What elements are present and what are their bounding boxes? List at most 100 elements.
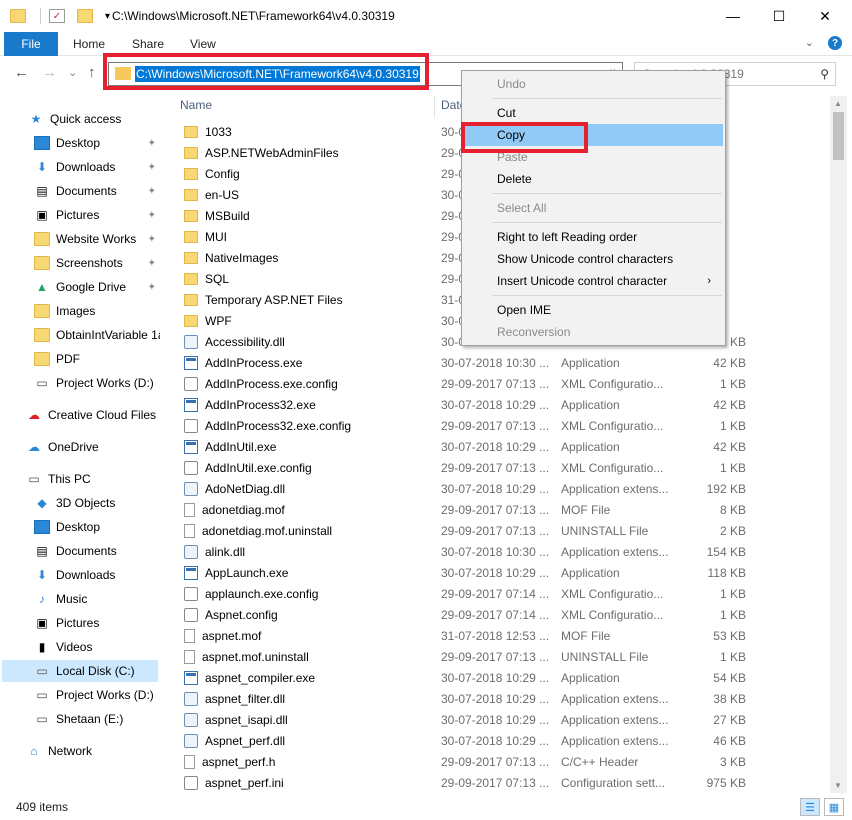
file-row[interactable]: AddInProcess32.exe 30-07-2018 10:29 ... Ap… <box>172 394 822 415</box>
doc-file-icon <box>184 502 195 517</box>
drive-icon: ▭ <box>36 712 48 726</box>
menu-item-delete[interactable]: Delete <box>464 168 723 190</box>
sidebar-item[interactable]: ▤ Documents <box>34 540 160 562</box>
pin-icon[interactable]: ✦ <box>148 138 156 149</box>
file-type: Application <box>561 670 620 685</box>
sidebar-item[interactable]: ⌂ Network <box>26 740 160 762</box>
file-row[interactable]: adonetdiag.mof 29-09-2017 07:13 ... MOF Fi… <box>172 499 822 520</box>
close-button[interactable]: ✕ <box>802 0 848 32</box>
expand-ribbon-icon[interactable]: ⌄ <box>805 36 814 50</box>
sidebar-item[interactable]: ▭ Project Works (D:) <box>34 684 160 706</box>
file-row[interactable]: aspnet_perf.ini 29-09-2017 07:13 ... Confi… <box>172 772 822 793</box>
sidebar-item-label: Downloads <box>56 568 116 582</box>
recent-locations-button[interactable]: ⌄ <box>68 66 77 79</box>
file-row[interactable]: aspnet_perf.h 29-09-2017 07:13 ... C/C++ H… <box>172 751 822 772</box>
scrollbar-thumb[interactable] <box>833 112 844 160</box>
window-title: C:\Windows\Microsoft.NET\Framework64\v4.… <box>112 9 395 23</box>
sidebar-item[interactable]: ▣ Pictures <box>34 612 160 634</box>
sidebar-item[interactable]: ☁ Creative Cloud Files <box>26 404 160 426</box>
maximize-button[interactable]: ☐ <box>756 0 802 32</box>
sidebar-item[interactable]: Website Works ✦ <box>34 228 160 250</box>
customize-qat-icon[interactable]: ▾ <box>105 11 110 22</box>
up-button[interactable]: ↑ <box>88 64 96 81</box>
menu-item-show-unicode-control-characters[interactable]: Show Unicode control characters <box>464 248 723 270</box>
sidebar-item[interactable]: ♪ Music <box>34 588 160 610</box>
menu-item-right-to-left-reading-order[interactable]: Right to left Reading order <box>464 226 723 248</box>
pin-icon[interactable]: ✦ <box>148 234 156 245</box>
tab-file[interactable]: File <box>4 32 58 56</box>
file-row[interactable]: Aspnet.config 29-09-2017 07:14 ... XML Con… <box>172 604 822 625</box>
sidebar-item[interactable]: ▭ Local Disk (C:) <box>2 660 158 682</box>
pin-icon[interactable]: ✦ <box>148 258 156 269</box>
file-size: 38 KB <box>713 691 746 706</box>
sidebar-item[interactable]: Desktop ✦ <box>34 132 160 154</box>
dll-file-icon <box>184 481 198 496</box>
scroll-down-icon[interactable]: ▼ <box>834 781 842 790</box>
sidebar-item[interactable]: ▣ Pictures ✦ <box>34 204 160 226</box>
sidebar-item[interactable]: Desktop <box>34 516 160 538</box>
sidebar-item[interactable]: Images <box>34 300 160 322</box>
file-row[interactable]: aspnet_isapi.dll 30-07-2018 10:29 ... Appl… <box>172 709 822 730</box>
pin-icon[interactable]: ✦ <box>148 162 156 173</box>
file-size: 1 KB <box>719 418 746 433</box>
scroll-up-icon[interactable]: ▲ <box>834 99 842 108</box>
sidebar-item[interactable]: ▭ Project Works (D:) <box>34 372 160 394</box>
tab-view[interactable]: View <box>190 37 216 51</box>
sidebar-item[interactable]: ⬇ Downloads ✦ <box>34 156 160 178</box>
new-folder-icon[interactable] <box>77 9 93 23</box>
sidebar-item[interactable]: ▭ This PC <box>26 468 160 490</box>
file-row[interactable]: adonetdiag.mof.uninstall 29-09-2017 07:13… <box>172 520 822 541</box>
menu-item-undo[interactable]: Undo <box>464 73 723 95</box>
back-button[interactable]: ← <box>14 64 29 81</box>
file-row[interactable]: aspnet.mof.uninstall 29-09-2017 07:13 ...… <box>172 646 822 667</box>
sidebar-item[interactable]: ▮ Videos <box>34 636 160 658</box>
help-icon[interactable]: ? <box>828 36 842 50</box>
column-divider[interactable] <box>434 96 435 118</box>
vertical-scrollbar[interactable]: ▲ ▼ <box>830 96 847 793</box>
tab-share[interactable]: Share <box>132 37 164 51</box>
file-row[interactable]: aspnet_compiler.exe 30-07-2018 10:29 ... A… <box>172 667 822 688</box>
sidebar-item[interactable]: ▤ Documents ✦ <box>34 180 160 202</box>
file-row[interactable]: AddInProcess32.exe.config 29-09-2017 07:1… <box>172 415 822 436</box>
menu-item-select-all[interactable]: Select All <box>464 197 723 219</box>
details-view-button[interactable]: ☰ <box>800 798 820 816</box>
sidebar-item[interactable]: ▲ Google Drive ✦ <box>34 276 160 298</box>
pin-icon[interactable]: ✦ <box>148 210 156 221</box>
menu-item-cut[interactable]: Cut <box>464 102 723 124</box>
sidebar-item-label: Documents <box>56 544 117 558</box>
file-row[interactable]: AppLaunch.exe 30-07-2018 10:29 ... Applica… <box>172 562 822 583</box>
file-row[interactable]: AdoNetDiag.dll 30-07-2018 10:29 ... Applic… <box>172 478 822 499</box>
pin-icon[interactable]: ✦ <box>148 186 156 197</box>
menu-item-insert-unicode-control-character[interactable]: Insert Unicode control character › <box>464 270 723 292</box>
sidebar-item[interactable]: ◆ 3D Objects <box>34 492 160 514</box>
sidebar-item[interactable]: ObtainIntVariable 1a <box>34 324 160 346</box>
file-name-cell: adonetdiag.mof.uninstall <box>184 523 332 538</box>
forward-button[interactable]: → <box>42 64 57 81</box>
file-row[interactable]: aspnet_filter.dll 30-07-2018 10:29 ... App… <box>172 688 822 709</box>
menu-item-open-ime[interactable]: Open IME <box>464 299 723 321</box>
sidebar-item[interactable]: ▭ Shetaan (E:) <box>34 708 160 730</box>
properties-icon[interactable]: ✓ <box>49 9 65 23</box>
sidebar-item[interactable]: ☁ OneDrive <box>26 436 160 458</box>
file-row[interactable]: AddInProcess.exe 30-07-2018 10:30 ... Appl… <box>172 352 822 373</box>
pin-icon[interactable]: ✦ <box>148 282 156 293</box>
sidebar-item[interactable]: ★ Quick access <box>28 108 160 130</box>
sidebar-item[interactable]: PDF <box>34 348 160 370</box>
file-row[interactable]: AddInUtil.exe 30-07-2018 10:29 ... Applica… <box>172 436 822 457</box>
sidebar-item[interactable]: Screenshots ✦ <box>34 252 160 274</box>
tab-home[interactable]: Home <box>73 37 105 51</box>
column-name[interactable]: Name <box>180 98 212 112</box>
minimize-button[interactable]: — <box>710 0 756 32</box>
sidebar-item-label: Local Disk (C:) <box>56 664 135 678</box>
file-row[interactable]: aspnet.mof 31-07-2018 12:53 ... MOF File 53… <box>172 625 822 646</box>
sidebar-item[interactable]: ⬇ Downloads <box>34 564 160 586</box>
menu-item-reconversion[interactable]: Reconversion <box>464 321 723 343</box>
file-row[interactable]: applaunch.exe.config 29-09-2017 07:14 ...… <box>172 583 822 604</box>
file-name-cell: Aspnet_perf.dll <box>184 733 285 748</box>
file-row[interactable]: alink.dll 30-07-2018 10:30 ... Application… <box>172 541 822 562</box>
file-row[interactable]: AddInProcess.exe.config 29-09-2017 07:13 … <box>172 373 822 394</box>
large-icons-view-button[interactable]: ▦ <box>824 798 844 816</box>
file-row[interactable]: Aspnet_perf.dll 30-07-2018 10:29 ... Appli… <box>172 730 822 751</box>
menu-item-label: Select All <box>497 201 547 215</box>
file-row[interactable]: AddInUtil.exe.config 29-09-2017 07:13 ...… <box>172 457 822 478</box>
